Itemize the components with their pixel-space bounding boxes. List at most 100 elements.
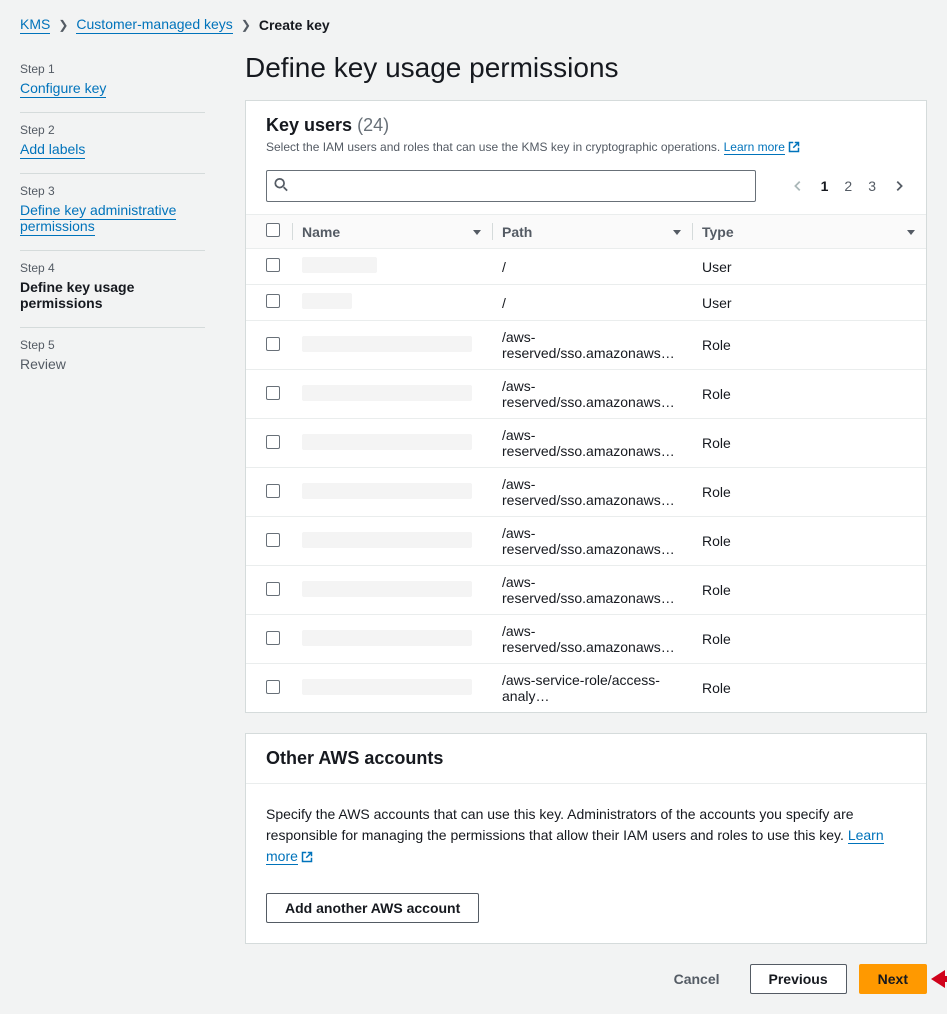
row-type: Role xyxy=(692,321,926,370)
redacted-name xyxy=(302,336,472,352)
table-row: / User xyxy=(246,249,926,285)
key-users-count: (24) xyxy=(357,115,389,135)
redacted-name xyxy=(302,679,472,695)
redacted-name xyxy=(302,257,377,273)
pagination: 1 2 3 xyxy=(791,178,906,194)
redacted-name xyxy=(302,532,472,548)
redacted-name xyxy=(302,293,352,309)
redacted-name xyxy=(302,581,472,597)
arrow-annotation xyxy=(931,970,947,988)
step-3: Step 3 Define key administrative permiss… xyxy=(20,174,205,251)
table-row: /aws-reserved/sso.amazonaws… Role xyxy=(246,321,926,370)
row-checkbox[interactable] xyxy=(266,435,280,449)
page-next[interactable] xyxy=(892,179,906,193)
row-checkbox[interactable] xyxy=(266,386,280,400)
sort-icon xyxy=(906,224,916,240)
other-accounts-desc: Specify the AWS accounts that can use th… xyxy=(266,806,854,843)
row-path: /aws-reserved/sso.amazonaws… xyxy=(492,566,692,615)
page-1[interactable]: 1 xyxy=(821,178,829,194)
row-type: Role xyxy=(692,419,926,468)
learn-more-link[interactable]: Learn more xyxy=(724,140,785,155)
wizard-steps: Step 1 Configure key Step 2 Add labels S… xyxy=(20,52,205,994)
select-all-checkbox[interactable] xyxy=(266,223,280,237)
row-type: Role xyxy=(692,517,926,566)
row-type: Role xyxy=(692,615,926,664)
external-link-icon xyxy=(301,848,313,869)
key-users-panel: Key users (24) Select the IAM users and … xyxy=(245,100,927,713)
step-2-link[interactable]: Add labels xyxy=(20,141,85,159)
row-checkbox[interactable] xyxy=(266,582,280,596)
row-type: Role xyxy=(692,664,926,713)
cancel-button[interactable]: Cancel xyxy=(656,965,738,993)
row-path: /aws-service-role/access-analy… xyxy=(492,664,692,713)
row-checkbox[interactable] xyxy=(266,258,280,272)
sort-icon xyxy=(672,224,682,240)
row-checkbox[interactable] xyxy=(266,337,280,351)
step-4-title: Define key usage permissions xyxy=(20,279,205,311)
row-checkbox[interactable] xyxy=(266,484,280,498)
row-type: Role xyxy=(692,370,926,419)
row-type: User xyxy=(692,285,926,321)
row-type: Role xyxy=(692,468,926,517)
chevron-right-icon: ❯ xyxy=(241,18,251,32)
row-path: /aws-reserved/sso.amazonaws… xyxy=(492,321,692,370)
key-users-title: Key users xyxy=(266,115,352,135)
external-link-icon xyxy=(788,141,800,156)
redacted-name xyxy=(302,385,472,401)
page-2[interactable]: 2 xyxy=(844,178,852,194)
step-4: Step 4 Define key usage permissions xyxy=(20,251,205,328)
breadcrumb-current: Create key xyxy=(259,17,330,33)
table-row: /aws-reserved/sso.amazonaws… Role xyxy=(246,566,926,615)
row-type: Role xyxy=(692,566,926,615)
page-3[interactable]: 3 xyxy=(868,178,876,194)
row-path: /aws-reserved/sso.amazonaws… xyxy=(492,419,692,468)
step-5: Step 5 Review xyxy=(20,328,205,388)
search-input[interactable] xyxy=(266,170,756,202)
col-type-header[interactable]: Type xyxy=(692,215,926,249)
page-title: Define key usage permissions xyxy=(245,52,927,84)
table-row: /aws-service-role/access-analy… Role xyxy=(246,664,926,713)
table-row: /aws-reserved/sso.amazonaws… Role xyxy=(246,419,926,468)
key-users-table: Name Path Type xyxy=(246,214,926,712)
main-content: Define key usage permissions Key users (… xyxy=(245,52,927,994)
sort-icon xyxy=(472,224,482,240)
row-path: /aws-reserved/sso.amazonaws… xyxy=(492,615,692,664)
step-5-title: Review xyxy=(20,356,205,372)
other-accounts-panel: Other AWS accounts Specify the AWS accou… xyxy=(245,733,927,944)
add-account-button[interactable]: Add another AWS account xyxy=(266,893,479,923)
step-3-link[interactable]: Define key administrative permissions xyxy=(20,202,176,236)
footer-buttons: Cancel Previous Next xyxy=(245,964,927,994)
step-1-link[interactable]: Configure key xyxy=(20,80,106,98)
previous-button[interactable]: Previous xyxy=(750,964,847,994)
col-name-header[interactable]: Name xyxy=(292,215,492,249)
row-checkbox[interactable] xyxy=(266,631,280,645)
row-path: /aws-reserved/sso.amazonaws… xyxy=(492,468,692,517)
row-path: /aws-reserved/sso.amazonaws… xyxy=(492,517,692,566)
table-row: /aws-reserved/sso.amazonaws… Role xyxy=(246,615,926,664)
redacted-name xyxy=(302,483,472,499)
step-1: Step 1 Configure key xyxy=(20,52,205,113)
row-path: /aws-reserved/sso.amazonaws… xyxy=(492,370,692,419)
row-checkbox[interactable] xyxy=(266,680,280,694)
table-row: /aws-reserved/sso.amazonaws… Role xyxy=(246,517,926,566)
key-users-desc: Select the IAM users and roles that can … xyxy=(266,140,720,154)
row-checkbox[interactable] xyxy=(266,294,280,308)
breadcrumb-kms[interactable]: KMS xyxy=(20,16,50,34)
row-path: / xyxy=(492,285,692,321)
next-button[interactable]: Next xyxy=(859,964,927,994)
breadcrumb-keys[interactable]: Customer-managed keys xyxy=(76,16,232,34)
redacted-name xyxy=(302,434,472,450)
col-path-header[interactable]: Path xyxy=(492,215,692,249)
row-path: / xyxy=(492,249,692,285)
other-accounts-title: Other AWS accounts xyxy=(266,748,443,768)
breadcrumb: KMS ❯ Customer-managed keys ❯ Create key xyxy=(20,16,927,34)
redacted-name xyxy=(302,630,472,646)
page-prev[interactable] xyxy=(791,179,805,193)
row-checkbox[interactable] xyxy=(266,533,280,547)
row-type: User xyxy=(692,249,926,285)
table-row: /aws-reserved/sso.amazonaws… Role xyxy=(246,468,926,517)
step-2: Step 2 Add labels xyxy=(20,113,205,174)
table-row: /aws-reserved/sso.amazonaws… Role xyxy=(246,370,926,419)
chevron-right-icon: ❯ xyxy=(58,18,68,32)
table-row: / User xyxy=(246,285,926,321)
